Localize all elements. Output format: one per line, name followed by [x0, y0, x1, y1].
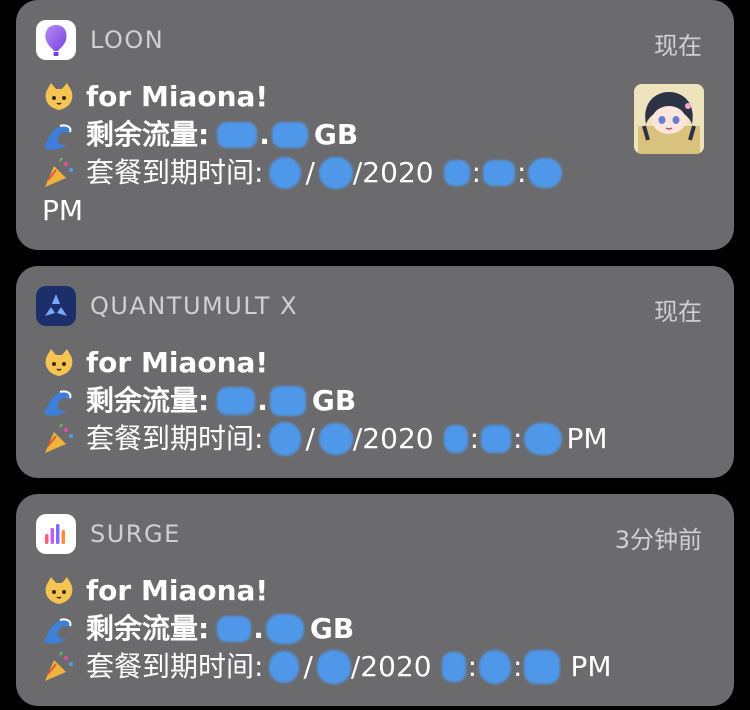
surge-logo-icon — [36, 514, 76, 554]
anime-thumbnail-image — [634, 84, 704, 154]
redacted-second — [524, 650, 561, 684]
redacted-month — [269, 157, 302, 189]
redacted-minute — [483, 160, 516, 186]
redacted-traffic-dec — [269, 386, 306, 416]
traffic-label: 剩余流量: — [86, 612, 210, 645]
traffic-unit: GB — [313, 118, 359, 151]
redacted-day — [316, 650, 351, 684]
redacted-traffic-dec — [271, 122, 308, 148]
app-name: SURGE — [90, 520, 181, 548]
notification-title: for Miaona! — [86, 574, 269, 607]
expire-label: 套餐到期时间: — [86, 650, 264, 683]
cat-face-emoji — [42, 346, 76, 380]
quantumult-logo-icon — [36, 286, 76, 326]
redacted-traffic-int — [217, 387, 256, 415]
hot-air-balloon-icon — [36, 20, 76, 60]
expire-label: 套餐到期时间: — [86, 156, 264, 189]
party-popper-emoji — [42, 650, 76, 684]
expire-year: /2020 — [352, 422, 434, 455]
expire-year: /2020 — [352, 156, 434, 189]
expire-label: 套餐到期时间: — [86, 422, 264, 455]
notification-title: for Miaona! — [86, 346, 269, 379]
water-wave-emoji — [42, 612, 76, 646]
traffic-label: 剩余流量: — [86, 118, 210, 151]
notification-header: SURGE 3分钟前 — [16, 494, 734, 574]
notification-time: 现在 — [654, 298, 702, 326]
notification-card-quantumult-x[interactable]: QUANTUMULT X 现在 for Miaona! 剩余流量: . GB 套… — [16, 266, 734, 478]
party-popper-emoji — [42, 156, 76, 190]
notification-card-loon[interactable]: LOON 现在 for Miaona! 剩余流量: . GB 套餐到期时间: /… — [16, 0, 734, 250]
redacted-day — [318, 423, 353, 455]
redacted-traffic-int — [217, 616, 252, 642]
water-wave-emoji — [42, 118, 76, 152]
party-popper-emoji — [42, 422, 76, 456]
water-wave-emoji — [42, 384, 76, 418]
notification-time: 3分钟前 — [614, 526, 702, 554]
redacted-month — [269, 422, 302, 456]
app-name: QUANTUMULT X — [90, 292, 299, 320]
notification-header: QUANTUMULT X 现在 — [16, 266, 734, 346]
notification-body: for Miaona! 剩余流量: . GB 套餐到期时间: / /2020:… — [42, 572, 710, 686]
redacted-day — [318, 157, 353, 189]
cat-face-emoji — [42, 80, 76, 114]
expire-ampm: PM — [570, 650, 612, 683]
redacted-traffic-dec — [265, 614, 304, 644]
redacted-minute — [481, 425, 512, 453]
redacted-second — [524, 423, 563, 455]
redacted-traffic-int — [217, 122, 258, 148]
notification-body: for Miaona! 剩余流量: . GB 套餐到期时间: / /2020:… — [42, 344, 710, 458]
redacted-hour — [443, 160, 470, 186]
redacted-month — [269, 651, 300, 683]
expire-ampm: PM — [566, 422, 608, 455]
notification-title: for Miaona! — [86, 80, 269, 113]
expire-ampm: PM — [42, 194, 84, 227]
redacted-hour — [441, 652, 466, 682]
traffic-label: 剩余流量: — [86, 384, 210, 417]
redacted-second — [528, 158, 563, 188]
app-name: LOON — [90, 26, 165, 54]
cat-face-emoji — [42, 574, 76, 608]
notification-card-surge[interactable]: SURGE 3分钟前 for Miaona! 剩余流量: . GB 套餐到期时间… — [16, 494, 734, 706]
redacted-minute — [479, 650, 512, 684]
notification-time: 现在 — [654, 32, 702, 60]
redacted-hour — [443, 425, 468, 453]
expire-year: /2020 — [350, 650, 432, 683]
notification-body: for Miaona! 剩余流量: . GB 套餐到期时间: / /2020:… — [42, 78, 710, 230]
traffic-unit: GB — [311, 384, 357, 417]
traffic-unit: GB — [309, 612, 355, 645]
notification-header: LOON 现在 — [16, 0, 734, 80]
